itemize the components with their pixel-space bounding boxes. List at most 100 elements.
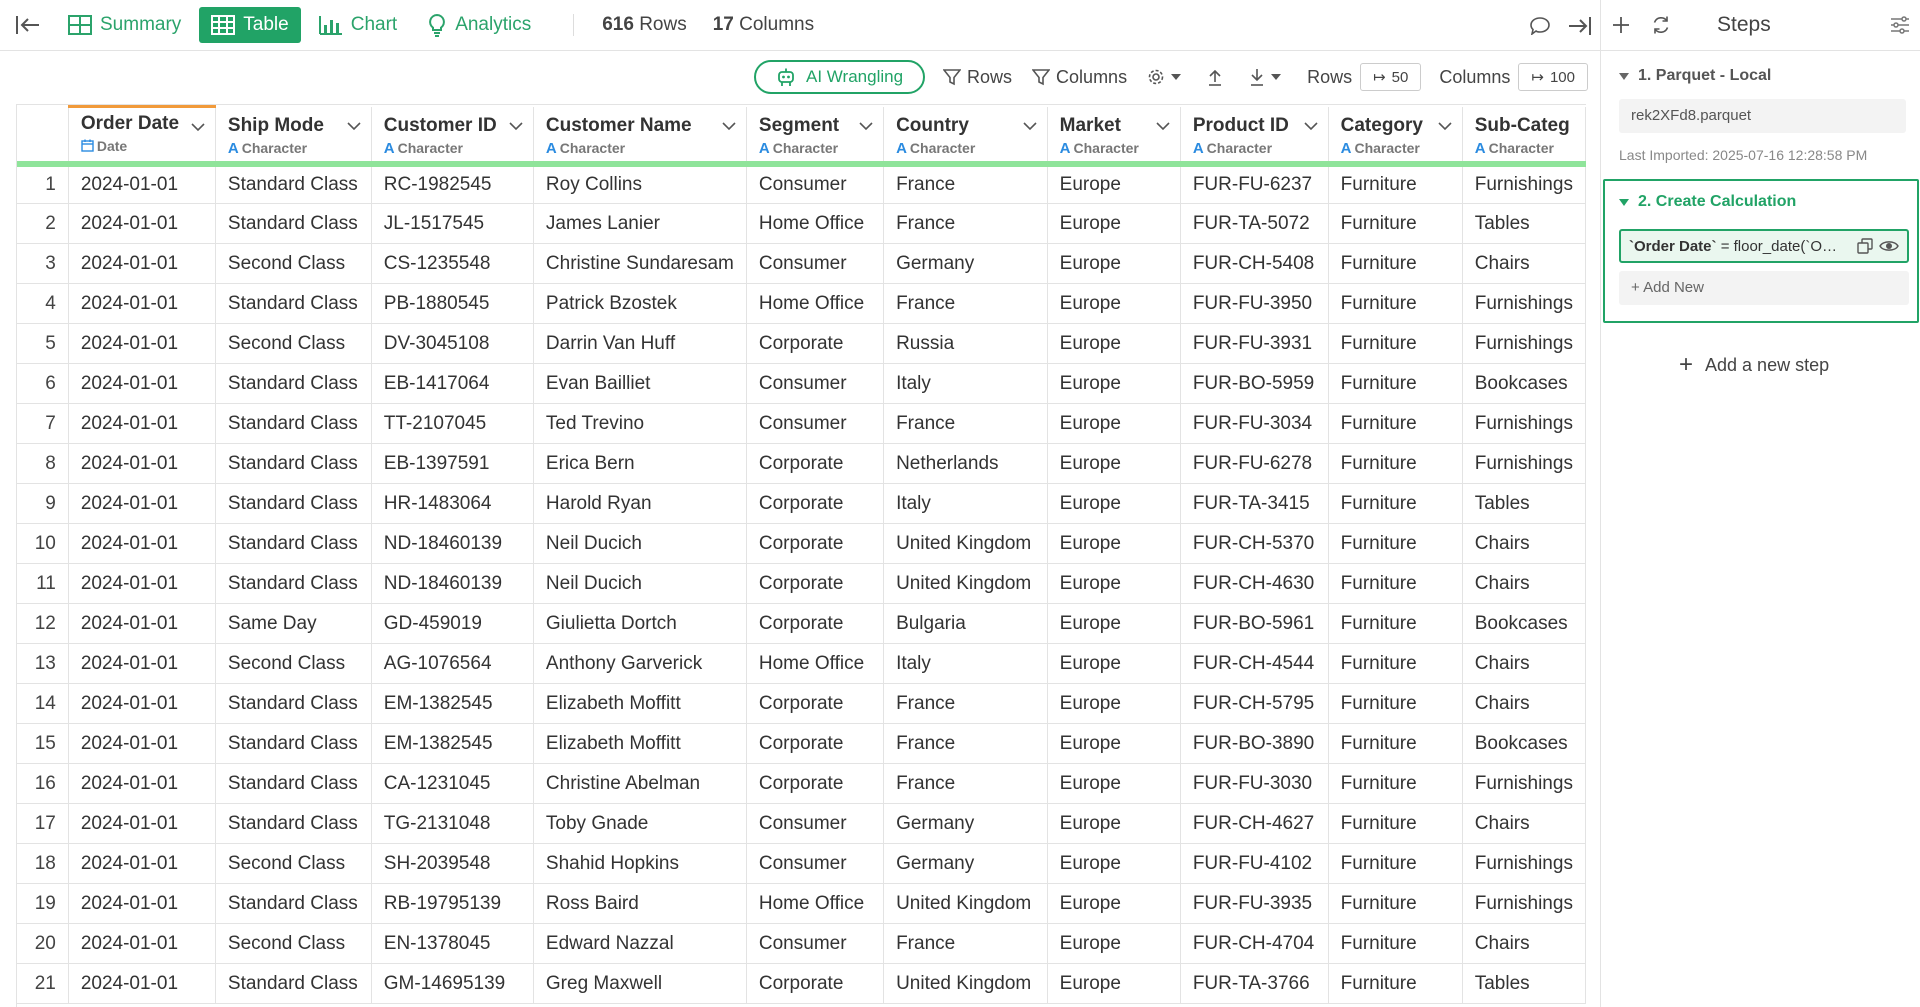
table-cell[interactable]: FUR-FU-6237: [1180, 163, 1329, 204]
table-cell[interactable]: Furnishings: [1462, 403, 1586, 444]
table-cell[interactable]: Chairs: [1462, 803, 1586, 844]
table-cell[interactable]: Second Class: [215, 923, 372, 964]
table-cell[interactable]: EM-1382545: [371, 683, 534, 724]
table-cell[interactable]: Christine Sundaresam: [533, 243, 747, 284]
table-cell[interactable]: EB-1417064: [371, 363, 534, 404]
table-cell[interactable]: Corporate: [746, 723, 885, 764]
table-cell[interactable]: CA-1231045: [371, 763, 534, 804]
table-cell[interactable]: Europe: [1047, 283, 1181, 324]
table-cell[interactable]: Standard Class: [215, 523, 372, 564]
table-cell[interactable]: 2024-01-01: [68, 923, 216, 964]
table-cell[interactable]: France: [883, 683, 1048, 724]
table-cell[interactable]: Corporate: [746, 323, 885, 364]
table-cell[interactable]: Furniture: [1328, 923, 1463, 964]
table-cell[interactable]: 2024-01-01: [68, 763, 216, 804]
calculation-item[interactable]: `Order Date` = floor_date(`O…: [1619, 229, 1909, 263]
table-cell[interactable]: SH-2039548: [371, 843, 534, 884]
upload-button[interactable]: [1207, 68, 1229, 86]
table-cell[interactable]: Furnishings: [1462, 443, 1586, 484]
table-cell[interactable]: 2024-01-01: [68, 163, 216, 204]
collapse-right-icon[interactable]: [1560, 16, 1600, 36]
table-cell[interactable]: Giulietta Dortch: [533, 603, 747, 644]
table-cell[interactable]: FUR-FU-3030: [1180, 763, 1329, 804]
table-cell[interactable]: 2024-01-01: [68, 563, 216, 604]
table-cell[interactable]: 2024-01-01: [68, 523, 216, 564]
column-header[interactable]: Country A Character: [883, 106, 1048, 167]
table-cell[interactable]: France: [883, 163, 1048, 204]
table-cell[interactable]: Europe: [1047, 243, 1181, 284]
table-cell[interactable]: Furniture: [1328, 843, 1463, 884]
table-cell[interactable]: Furniture: [1328, 763, 1463, 804]
add-new-button[interactable]: + Add New: [1619, 271, 1909, 305]
table-cell[interactable]: 2024-01-01: [68, 683, 216, 724]
table-cell[interactable]: Europe: [1047, 163, 1181, 204]
table-cell[interactable]: Greg Maxwell: [533, 963, 747, 1004]
table-cell[interactable]: Furniture: [1328, 683, 1463, 724]
table-cell[interactable]: Second Class: [215, 643, 372, 684]
table-cell[interactable]: Furniture: [1328, 963, 1463, 1004]
column-header[interactable]: Sub-Categ A Character: [1462, 106, 1586, 167]
table-cell[interactable]: Furnishings: [1462, 883, 1586, 924]
table-cell[interactable]: Europe: [1047, 523, 1181, 564]
table-cell[interactable]: Russia: [883, 323, 1048, 364]
ai-wrangling-button[interactable]: AI Wrangling: [754, 60, 926, 94]
table-cell[interactable]: 2024-01-01: [68, 883, 216, 924]
table-cell[interactable]: 2024-01-01: [68, 443, 216, 484]
table-cell[interactable]: Home Office: [746, 643, 885, 684]
add-icon[interactable]: [1601, 16, 1641, 34]
table-cell[interactable]: GM-14695139: [371, 963, 534, 1004]
table-cell[interactable]: Chairs: [1462, 643, 1586, 684]
table-cell[interactable]: Furniture: [1328, 883, 1463, 924]
table-cell[interactable]: FUR-CH-5795: [1180, 683, 1329, 724]
table-cell[interactable]: Tables: [1462, 483, 1586, 524]
table-cell[interactable]: EM-1382545: [371, 723, 534, 764]
table-cell[interactable]: Bulgaria: [883, 603, 1048, 644]
table-cell[interactable]: Second Class: [215, 323, 372, 364]
table-cell[interactable]: France: [883, 403, 1048, 444]
columns-filter-button[interactable]: Columns: [1032, 67, 1127, 88]
table-cell[interactable]: FUR-FU-3935: [1180, 883, 1329, 924]
table-cell[interactable]: Chairs: [1462, 923, 1586, 964]
column-header[interactable]: Customer Name A Character: [533, 106, 747, 167]
table-cell[interactable]: Edward Nazzal: [533, 923, 747, 964]
table-cell[interactable]: Standard Class: [215, 963, 372, 1004]
table-cell[interactable]: Europe: [1047, 963, 1181, 1004]
column-header[interactable]: Customer ID A Character: [371, 106, 534, 167]
table-cell[interactable]: Erica Bern: [533, 443, 747, 484]
table-cell[interactable]: Second Class: [215, 243, 372, 284]
table-cell[interactable]: Germany: [883, 803, 1048, 844]
table-cell[interactable]: Toby Gnade: [533, 803, 747, 844]
table-cell[interactable]: Europe: [1047, 483, 1181, 524]
table-cell[interactable]: Bookcases: [1462, 723, 1586, 764]
column-header[interactable]: Product ID A Character: [1180, 106, 1329, 167]
table-cell[interactable]: 2024-01-01: [68, 603, 216, 644]
table-cell[interactable]: FUR-CH-4544: [1180, 643, 1329, 684]
table-cell[interactable]: Corporate: [746, 963, 885, 1004]
table-cell[interactable]: Chairs: [1462, 243, 1586, 284]
table-cell[interactable]: Ted Trevino: [533, 403, 747, 444]
table-cell[interactable]: ND-18460139: [371, 523, 534, 564]
table-cell[interactable]: Furnishings: [1462, 283, 1586, 324]
tab-table[interactable]: Table: [199, 7, 301, 43]
table-cell[interactable]: RC-1982545: [371, 163, 534, 204]
table-cell[interactable]: Europe: [1047, 763, 1181, 804]
table-cell[interactable]: AG-1076564: [371, 643, 534, 684]
table-cell[interactable]: Corporate: [746, 603, 885, 644]
table-cell[interactable]: FUR-BO-5959: [1180, 363, 1329, 404]
table-cell[interactable]: 2024-01-01: [68, 723, 216, 764]
table-cell[interactable]: Anthony Garverick: [533, 643, 747, 684]
table-cell[interactable]: EN-1378045: [371, 923, 534, 964]
table-cell[interactable]: Standard Class: [215, 723, 372, 764]
table-cell[interactable]: FUR-FU-3950: [1180, 283, 1329, 324]
table-cell[interactable]: Netherlands: [883, 443, 1048, 484]
step-2-header[interactable]: 2. Create Calculation: [1619, 193, 1917, 211]
table-cell[interactable]: Home Office: [746, 883, 885, 924]
table-cell[interactable]: TT-2107045: [371, 403, 534, 444]
table-cell[interactable]: DV-3045108: [371, 323, 534, 364]
table-cell[interactable]: Chairs: [1462, 683, 1586, 724]
table-cell[interactable]: 2024-01-01: [68, 483, 216, 524]
columns-limit-input[interactable]: ↦ 100: [1518, 63, 1588, 91]
table-cell[interactable]: Furniture: [1328, 283, 1463, 324]
table-cell[interactable]: Corporate: [746, 563, 885, 604]
table-cell[interactable]: EB-1397591: [371, 443, 534, 484]
